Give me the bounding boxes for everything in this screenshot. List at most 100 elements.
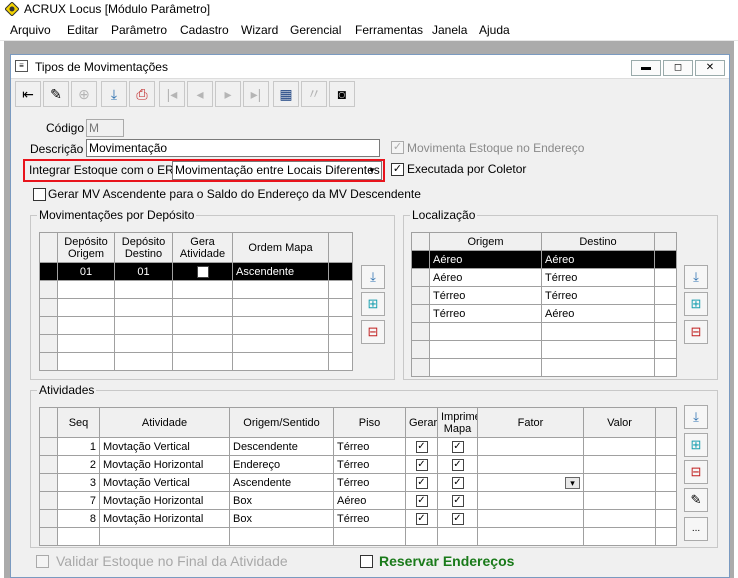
cell-seq[interactable]: 8 <box>57 509 100 528</box>
close-button[interactable]: ✕ <box>695 60 725 76</box>
table-row[interactable]: 2 Movtação Horizontal Endereço Térreo ✓ … <box>39 455 677 474</box>
localizacao-insert-icon[interactable]: ⊞ <box>684 292 708 316</box>
cell-gera-atividade[interactable]: ✓ <box>172 262 233 281</box>
atividade-more-button[interactable]: ... <box>684 517 708 541</box>
atividade-delete-icon[interactable]: ⊟ <box>684 460 708 484</box>
col-seq[interactable]: Seq <box>57 407 100 438</box>
reservar-enderecos-checkbox[interactable] <box>360 555 373 568</box>
chevron-down-icon[interactable]: ▼ <box>365 163 379 178</box>
col-piso[interactable]: Piso <box>333 407 406 438</box>
deposito-delete-icon[interactable]: ⊟ <box>361 320 385 344</box>
last-record-icon[interactable]: ▸| <box>243 81 269 107</box>
col-destino[interactable]: Destino <box>541 232 655 251</box>
cell-fator[interactable] <box>477 437 584 456</box>
gerar-checkbox[interactable]: ✓ <box>415 459 428 471</box>
cell-piso[interactable]: Térreo <box>333 437 406 456</box>
table-row[interactable]: 8 Movtação Horizontal Box Térreo ✓ ✓ <box>39 509 677 528</box>
col-origem-sentido[interactable]: Origem/Sentido <box>229 407 334 438</box>
cell-origem-sentido[interactable]: Box <box>229 491 334 510</box>
cell-destino[interactable]: 01 <box>114 262 173 281</box>
table-row[interactable]: 3 Movtação Vertical Ascendente Térreo ✓ … <box>39 473 677 492</box>
deposito-insert-icon[interactable]: ⊞ <box>361 292 385 316</box>
cell-imprime[interactable]: ✓ <box>437 491 478 510</box>
cell-valor[interactable] <box>583 437 656 456</box>
cell-atividade[interactable]: Movtação Horizontal <box>99 455 230 474</box>
col-fator[interactable]: Fator <box>477 407 584 438</box>
codigo-field[interactable]: M <box>86 119 124 137</box>
cell-piso[interactable]: Aéreo <box>333 491 406 510</box>
atividade-add-icon[interactable]: ⤓ <box>684 405 708 429</box>
col-valor[interactable]: Valor <box>583 407 656 438</box>
cell-seq[interactable]: 3 <box>57 473 100 492</box>
cell-origem[interactable]: Térreo <box>429 286 542 305</box>
cell-origem-sentido[interactable]: Descendente <box>229 437 334 456</box>
cell-gerar[interactable]: ✓ <box>405 437 438 456</box>
cell-gerar[interactable]: ✓ <box>405 491 438 510</box>
cell-ordem-mapa[interactable]: Ascendente <box>232 262 329 281</box>
cell-seq[interactable]: 1 <box>57 437 100 456</box>
edit-icon[interactable]: ✎ <box>43 81 69 107</box>
cell-origem[interactable]: Aéreo <box>429 250 542 269</box>
deposito-add-icon[interactable]: ⤓ <box>361 265 385 289</box>
col-gera-atividade[interactable]: Gera Atividade <box>172 232 233 263</box>
localizacao-delete-icon[interactable]: ⊟ <box>684 320 708 344</box>
cell-valor[interactable] <box>583 473 656 492</box>
cell-origem[interactable]: 01 <box>57 262 115 281</box>
table-row[interactable]: 1 Movtação Vertical Descendente Térreo ✓… <box>39 437 677 456</box>
gerar-checkbox[interactable]: ✓ <box>415 513 428 525</box>
descricao-field[interactable]: Movimentação <box>86 139 380 157</box>
film-icon[interactable]: ▦ <box>273 81 299 107</box>
cell-fator[interactable] <box>477 491 584 510</box>
cell-atividade[interactable]: Movtação Vertical <box>99 437 230 456</box>
cell-imprime[interactable]: ✓ <box>437 455 478 474</box>
quote-icon[interactable]: 〃 <box>301 81 327 107</box>
cell-origem-sentido[interactable]: Ascendente <box>229 473 334 492</box>
cell-imprime[interactable]: ✓ <box>437 437 478 456</box>
minimize-button[interactable]: ▬ <box>631 60 661 76</box>
cell-valor[interactable] <box>583 491 656 510</box>
fator-dropdown-icon[interactable]: ▾ <box>565 476 580 489</box>
col-ordem-mapa[interactable]: Ordem Mapa <box>232 232 329 263</box>
cell-destino[interactable]: Aéreo <box>541 250 655 269</box>
cell-atividade[interactable]: Movtação Vertical <box>99 473 230 492</box>
imprime-checkbox[interactable]: ✓ <box>451 513 464 525</box>
table-row[interactable]: 01 01 ✓ Ascendente <box>39 262 353 281</box>
executada-checkbox[interactable]: ✓ <box>391 163 404 176</box>
gerar-mv-checkbox[interactable] <box>33 188 46 201</box>
table-row[interactable]: Térreo Aéreo <box>411 304 677 323</box>
atividade-insert-icon[interactable]: ⊞ <box>684 433 708 457</box>
imprime-checkbox[interactable]: ✓ <box>451 441 464 453</box>
cell-gerar[interactable]: ✓ <box>405 473 438 492</box>
cell-origem[interactable]: Aéreo <box>429 268 542 287</box>
imprime-checkbox[interactable]: ✓ <box>451 495 464 507</box>
menu-cadastro[interactable]: Cadastro <box>180 23 229 37</box>
cell-atividade[interactable]: Movtação Horizontal <box>99 491 230 510</box>
cell-atividade[interactable]: Movtação Horizontal <box>99 509 230 528</box>
cell-valor[interactable] <box>583 509 656 528</box>
menu-wizard[interactable]: Wizard <box>241 23 278 37</box>
table-row[interactable]: 7 Movtação Horizontal Box Aéreo ✓ ✓ <box>39 491 677 510</box>
imprime-checkbox[interactable]: ✓ <box>451 477 464 489</box>
cell-fator[interactable]: ▾ <box>477 473 584 492</box>
localizacao-add-icon[interactable]: ⤓ <box>684 265 708 289</box>
cell-fator[interactable] <box>477 509 584 528</box>
col-origem[interactable]: Origem <box>429 232 542 251</box>
validar-estoque-checkbox[interactable] <box>36 555 49 568</box>
copy-icon[interactable]: ⊕ <box>71 81 97 107</box>
table-row[interactable]: Aéreo Aéreo <box>411 250 677 269</box>
camera-icon[interactable]: ◙ <box>329 81 355 107</box>
cell-origem-sentido[interactable]: Box <box>229 509 334 528</box>
col-deposito-origem[interactable]: Depósito Origem <box>57 232 115 263</box>
exit-icon[interactable]: ⇤ <box>15 81 41 107</box>
menu-ferramentas[interactable]: Ferramentas <box>355 23 423 37</box>
cell-valor[interactable] <box>583 455 656 474</box>
cell-piso[interactable]: Térreo <box>333 473 406 492</box>
gerar-checkbox[interactable]: ✓ <box>415 441 428 453</box>
print-icon[interactable]: ⎙ <box>129 81 155 107</box>
integrar-select[interactable]: Movimentação entre Locais Diferentes ▼ <box>172 161 382 180</box>
menu-editar[interactable]: Editar <box>67 23 98 37</box>
cell-destino[interactable]: Térreo <box>541 286 655 305</box>
cell-gerar[interactable]: ✓ <box>405 455 438 474</box>
imprime-checkbox[interactable]: ✓ <box>451 459 464 471</box>
cell-destino[interactable]: Aéreo <box>541 304 655 323</box>
